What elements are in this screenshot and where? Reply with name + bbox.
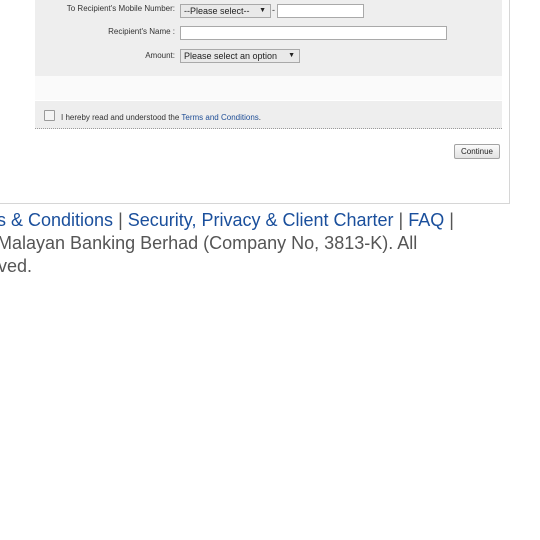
- transfer-form-panel: To Recipient's Mobile Number: --Please s…: [0, 0, 510, 204]
- continue-button[interactable]: Continue: [454, 144, 500, 159]
- mobile-prefix-value: --Please select--: [184, 6, 250, 16]
- mobile-dash: -: [272, 5, 275, 15]
- terms-link[interactable]: Terms and Conditions: [181, 113, 258, 122]
- mobile-number-label: To Recipient's Mobile Number:: [66, 4, 175, 13]
- amount-label: Amount:: [145, 51, 175, 60]
- mobile-prefix-select[interactable]: --Please select-- ▼: [180, 4, 271, 18]
- form-divider: [35, 76, 502, 100]
- amount-select[interactable]: Please select an option ▼: [180, 49, 300, 63]
- footer-separator: |: [118, 210, 123, 230]
- terms-text: I hereby read and understood the Terms a…: [61, 113, 261, 122]
- recipient-name-label: Recipient's Name :: [108, 27, 175, 36]
- footer-links: ms & Conditions | Security, Privacy & Cl…: [0, 209, 540, 232]
- terms-checkbox[interactable]: [44, 110, 55, 121]
- copyright-line-1: 1 Malayan Banking Berhad (Company No, 38…: [0, 233, 418, 253]
- amount-value: Please select an option: [184, 51, 278, 61]
- terms-statement: I hereby read and understood the: [61, 113, 182, 122]
- mobile-number-input[interactable]: [277, 4, 364, 18]
- footer: ms & Conditions | Security, Privacy & Cl…: [0, 209, 540, 278]
- copyright-line-2: erved.: [0, 256, 33, 276]
- terms-section: I hereby read and understood the Terms a…: [35, 101, 502, 129]
- footer-separator: |: [449, 210, 454, 230]
- footer-link-faq[interactable]: FAQ: [408, 210, 444, 230]
- footer-link-security[interactable]: Security, Privacy & Client Charter: [128, 210, 394, 230]
- footer-separator: |: [398, 210, 404, 230]
- chevron-down-icon: ▼: [288, 52, 295, 59]
- terms-suffix: .: [258, 113, 261, 122]
- footer-link-terms[interactable]: ms & Conditions: [0, 210, 113, 230]
- recipient-name-input[interactable]: [180, 26, 447, 40]
- recipient-form: To Recipient's Mobile Number: --Please s…: [35, 0, 502, 77]
- chevron-down-icon: ▼: [259, 7, 266, 14]
